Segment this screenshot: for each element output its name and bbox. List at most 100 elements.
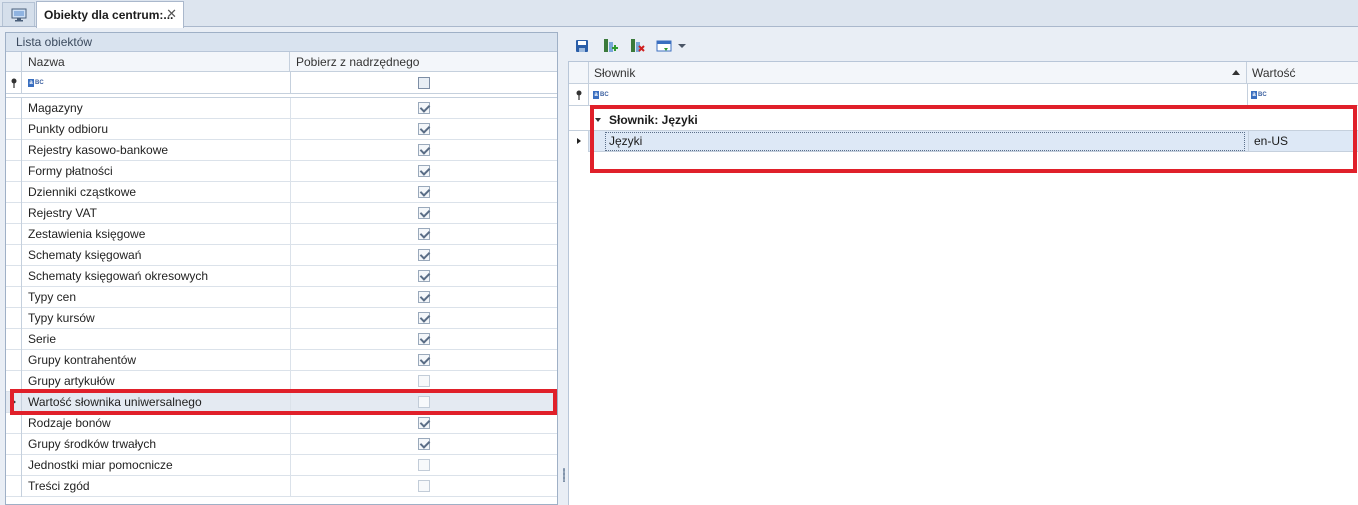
row-indicator bbox=[6, 245, 22, 266]
row-indicator bbox=[6, 476, 22, 497]
inherit-checkbox[interactable] bbox=[418, 186, 430, 198]
close-icon[interactable]: ✕ bbox=[166, 6, 177, 22]
panel-splitter[interactable] bbox=[560, 32, 568, 505]
dictionary-panel: Słownik Wartość a BC a BC Słownik: Języki … bbox=[568, 32, 1358, 505]
column-header-dictionary-label: Słownik bbox=[594, 66, 636, 80]
list-item[interactable]: Magazyny bbox=[6, 98, 557, 119]
row-indicator bbox=[6, 287, 22, 308]
inherit-checkbox[interactable] bbox=[418, 249, 430, 261]
current-row-arrow-icon bbox=[577, 138, 581, 144]
inherit-checkbox[interactable] bbox=[418, 291, 430, 303]
value-filter-icon[interactable]: a BC bbox=[1251, 91, 1267, 99]
highlight-frame-left bbox=[10, 389, 557, 415]
dropdown-arrow-icon[interactable] bbox=[677, 37, 687, 55]
list-item[interactable]: Grupy środków trwałych bbox=[6, 434, 557, 455]
list-item[interactable]: Rodzaje bonów bbox=[6, 413, 557, 434]
toolbar bbox=[568, 32, 1358, 61]
object-name: Zestawienia księgowe bbox=[28, 227, 146, 241]
object-rows: Magazyny Punkty odbioru Rejestry kasowo-ba… bbox=[6, 98, 557, 497]
object-name: Typy cen bbox=[28, 290, 77, 304]
object-name: Schematy księgowań bbox=[28, 248, 142, 262]
list-item[interactable]: Rejestry kasowo-bankowe bbox=[6, 140, 557, 161]
list-item[interactable]: Treści zgód bbox=[6, 476, 557, 497]
text-filter-icon[interactable]: a BC bbox=[593, 91, 609, 99]
column-header-name[interactable]: Nazwa bbox=[22, 52, 290, 72]
inherit-checkbox[interactable] bbox=[418, 270, 430, 282]
tab-objects-label: Obiekty dla centrum:... bbox=[44, 8, 174, 22]
inherit-checkbox[interactable] bbox=[418, 102, 430, 114]
list-item[interactable]: Schematy księgowań bbox=[6, 245, 557, 266]
dictionary-filter-row: a BC a BC bbox=[569, 84, 1358, 106]
list-item[interactable]: Punkty odbioru bbox=[6, 119, 557, 140]
column-header-value[interactable]: Wartość bbox=[1247, 62, 1358, 84]
list-item[interactable]: Formy płatności bbox=[6, 161, 557, 182]
object-list-panel: Lista obiektów Nazwa Pobierz z nadrzędne… bbox=[5, 32, 558, 505]
row-indicator bbox=[6, 434, 22, 455]
inherit-checkbox[interactable] bbox=[418, 123, 430, 135]
inherit-checkbox[interactable] bbox=[418, 354, 430, 366]
row-indicator bbox=[6, 266, 22, 287]
list-item[interactable]: Typy kursów bbox=[6, 308, 557, 329]
object-name: Schematy księgowań okresowych bbox=[28, 269, 209, 283]
row-indicator bbox=[569, 131, 589, 152]
object-name: Jednostki miar pomocnicze bbox=[28, 458, 173, 472]
inherit-checkbox[interactable] bbox=[418, 165, 430, 177]
highlight-frame-right bbox=[590, 105, 1357, 173]
inherit-checkbox[interactable] bbox=[418, 144, 430, 156]
filter-row: a BC bbox=[6, 72, 557, 94]
list-item[interactable]: Jednostki miar pomocnicze bbox=[6, 455, 557, 476]
list-item[interactable]: Rejestry VAT bbox=[6, 203, 557, 224]
column-header-dictionary[interactable]: Słownik bbox=[589, 62, 1247, 84]
row-indicator bbox=[6, 350, 22, 371]
object-name: Serie bbox=[28, 332, 57, 346]
row-indicator bbox=[6, 140, 22, 161]
inherit-checkbox[interactable] bbox=[418, 312, 430, 324]
view-icon[interactable] bbox=[655, 37, 675, 55]
inherit-checkbox[interactable] bbox=[418, 207, 430, 219]
row-indicator bbox=[6, 413, 22, 434]
tab-objects[interactable]: Obiekty dla centrum:... ✕ bbox=[36, 1, 184, 28]
splitter-grip[interactable] bbox=[563, 468, 565, 482]
list-item[interactable]: Dzienniki cząstkowe bbox=[6, 182, 557, 203]
header-indicator bbox=[569, 62, 589, 84]
row-indicator bbox=[6, 455, 22, 476]
list-item[interactable]: Schematy księgowań okresowych bbox=[6, 266, 557, 287]
row-indicator bbox=[6, 182, 22, 203]
monitor-icon bbox=[11, 8, 26, 21]
text-filter-icon[interactable]: a BC bbox=[28, 79, 44, 87]
object-name: Formy płatności bbox=[28, 164, 113, 178]
pin-icon[interactable] bbox=[6, 72, 22, 94]
object-name: Dzienniki cząstkowe bbox=[28, 185, 137, 199]
inherit-checkbox[interactable] bbox=[418, 480, 430, 492]
grid-header: Nazwa Pobierz z nadrzędnego bbox=[6, 52, 557, 72]
object-name: Rejestry kasowo-bankowe bbox=[28, 143, 169, 157]
inherit-checkbox[interactable] bbox=[418, 417, 430, 429]
delete-icon[interactable] bbox=[628, 37, 646, 55]
row-indicator bbox=[6, 203, 22, 224]
list-item[interactable]: Typy cen bbox=[6, 287, 557, 308]
tab-home[interactable] bbox=[2, 2, 35, 26]
inherit-checkbox[interactable] bbox=[418, 228, 430, 240]
column-header-inherit[interactable]: Pobierz z nadrzędnego bbox=[290, 52, 559, 72]
inherit-checkbox[interactable] bbox=[418, 333, 430, 345]
object-name: Rejestry VAT bbox=[28, 206, 97, 220]
list-item[interactable]: Grupy kontrahentów bbox=[6, 350, 557, 371]
object-name: Typy kursów bbox=[28, 311, 95, 325]
save-icon[interactable] bbox=[573, 37, 591, 55]
pin-icon[interactable] bbox=[569, 84, 589, 106]
dictionary-grid-header: Słownik Wartość bbox=[569, 62, 1358, 84]
object-name: Punkty odbioru bbox=[28, 122, 109, 136]
object-name: Grupy kontrahentów bbox=[28, 353, 137, 367]
list-item[interactable]: Serie bbox=[6, 329, 557, 350]
inherit-checkbox[interactable] bbox=[418, 375, 430, 387]
row-indicator bbox=[6, 98, 22, 119]
inherit-checkbox[interactable] bbox=[418, 438, 430, 450]
inherit-checkbox[interactable] bbox=[418, 459, 430, 471]
list-item[interactable]: Zestawienia księgowe bbox=[6, 224, 557, 245]
object-name: Grupy środków trwałych bbox=[28, 437, 157, 451]
add-icon[interactable] bbox=[601, 37, 619, 55]
panel-title: Lista obiektów bbox=[6, 33, 557, 52]
filter-checkbox[interactable] bbox=[418, 77, 430, 89]
row-indicator bbox=[6, 224, 22, 245]
object-name: Magazyny bbox=[28, 101, 83, 115]
